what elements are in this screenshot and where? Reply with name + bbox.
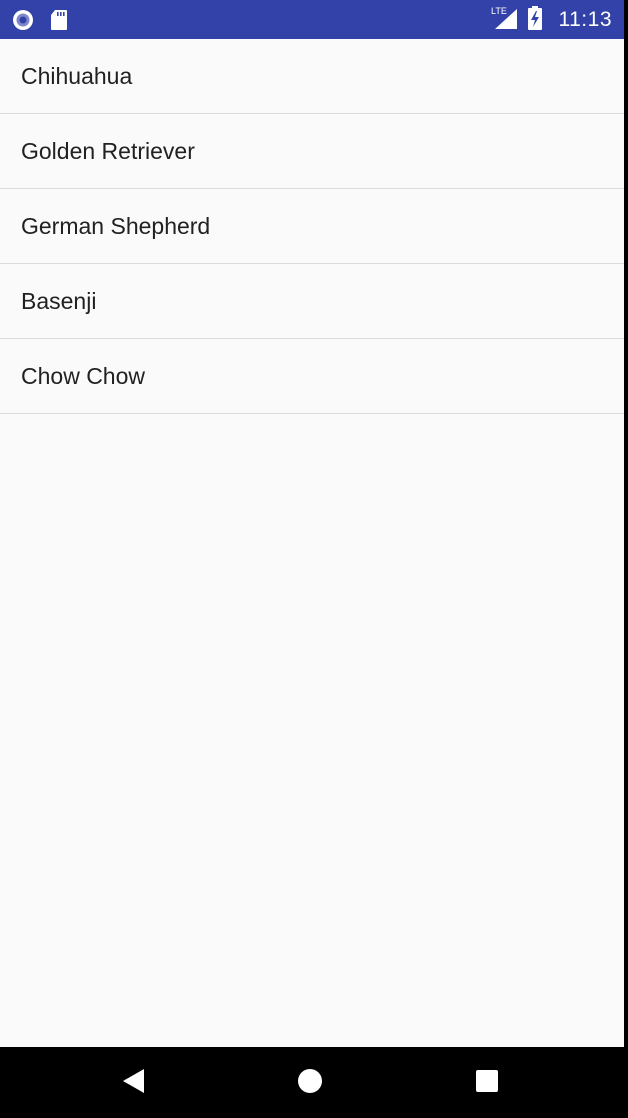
status-right-icons: LTE 11:13 <box>491 5 613 36</box>
back-icon <box>120 1067 146 1100</box>
list-item-chihuahua[interactable]: Chihuahua <box>0 39 624 114</box>
list-item-label: Golden Retriever <box>21 137 195 164</box>
lte-signal-icon: LTE <box>491 5 519 36</box>
list-item-german-shepherd[interactable]: German Shepherd <box>0 189 624 264</box>
clock: 11:13 <box>558 8 612 31</box>
home-icon <box>296 1067 324 1100</box>
list-item-label: German Shepherd <box>21 212 211 239</box>
screen-edge <box>624 0 628 1118</box>
list-item-label: Chow Chow <box>21 362 145 389</box>
record-icon <box>12 9 34 36</box>
list-item-golden-retriever[interactable]: Golden Retriever <box>0 114 624 189</box>
sd-card-icon <box>50 9 68 36</box>
status-left-icons <box>12 9 68 36</box>
list-item-label: Chihuahua <box>21 62 133 89</box>
status-bar: LTE 11:13 <box>0 0 624 39</box>
battery-charging-icon <box>527 5 543 36</box>
list-item-basenji[interactable]: Basenji <box>0 264 624 339</box>
list-item-chow-chow[interactable]: Chow Chow <box>0 339 624 414</box>
navigation-bar <box>0 1047 628 1118</box>
recents-button[interactable] <box>471 1067 503 1099</box>
recents-icon <box>474 1068 500 1099</box>
back-button[interactable] <box>117 1067 149 1099</box>
list-item-label: Basenji <box>21 287 97 314</box>
home-button[interactable] <box>294 1067 326 1099</box>
network-label: LTE <box>491 6 507 16</box>
dog-breed-list: Chihuahua Golden Retriever German Shephe… <box>0 39 624 414</box>
